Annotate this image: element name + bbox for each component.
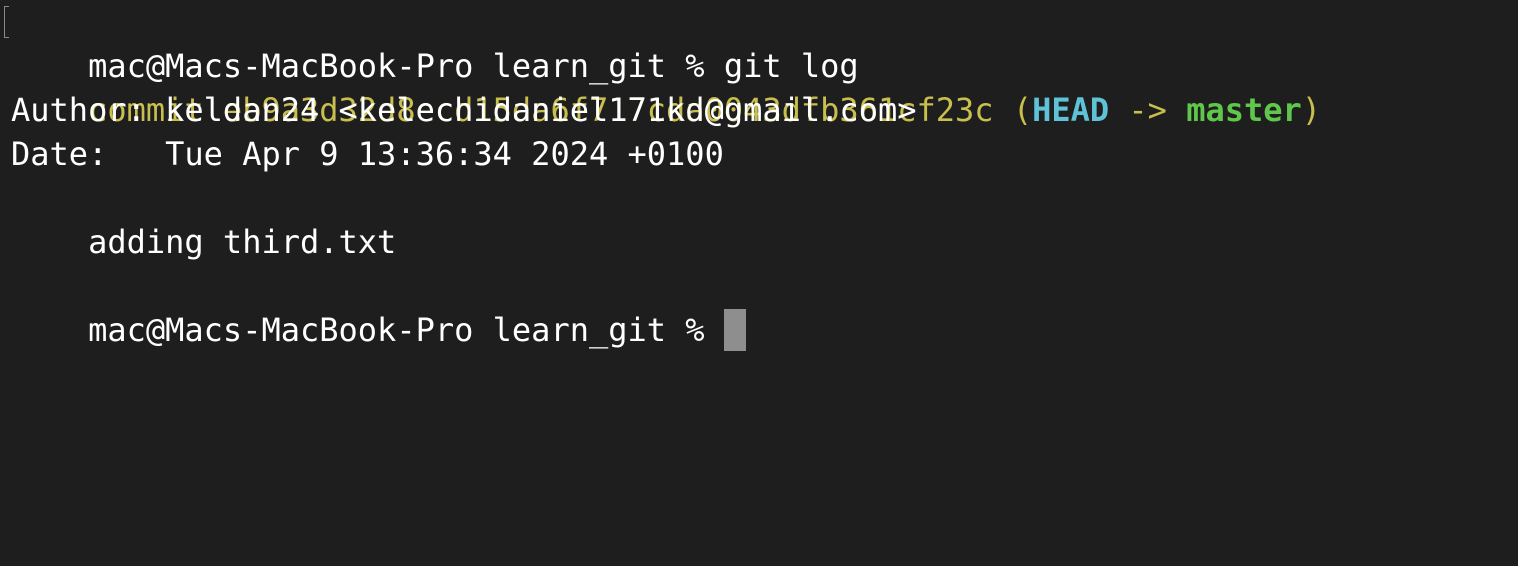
active-prompt-line[interactable]: mac@Macs-MacBook-Pro learn_git % xyxy=(11,264,1511,351)
date-line: Date: Tue Apr 9 13:36:34 2024 +0100 xyxy=(11,135,724,173)
command-line: mac@Macs-MacBook-Pro learn_git % git log xyxy=(4,0,1511,85)
mark-bracket-icon xyxy=(4,6,9,38)
next-prompt-text: mac@Macs-MacBook-Pro learn_git % xyxy=(88,311,705,349)
terminal-window[interactable]: mac@Macs-MacBook-Pro learn_git % git log… xyxy=(4,0,1511,566)
terminal-cursor[interactable] xyxy=(723,309,746,351)
commit-message: adding third.txt xyxy=(11,223,397,261)
commit-line: commit eb9a3d32d8ecd15da6f717cda0043dfb3… xyxy=(11,44,1511,129)
author-line: Author: keldan24 <kelechidaniel171kd@gma… xyxy=(11,91,917,129)
